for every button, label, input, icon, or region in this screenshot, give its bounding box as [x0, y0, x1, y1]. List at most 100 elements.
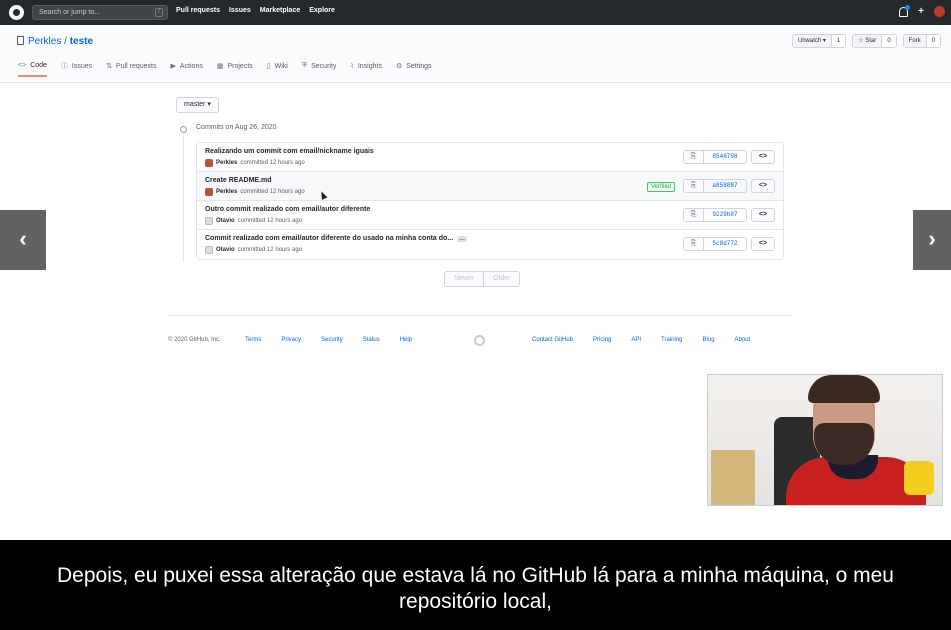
- tab-settings[interactable]: ⚙ Settings: [396, 61, 432, 77]
- footer-link-api[interactable]: API: [631, 337, 641, 343]
- search-input[interactable]: Search or jump to... /: [32, 5, 168, 20]
- commit-sha-link[interactable]: a858887: [704, 180, 746, 192]
- commit-message-link[interactable]: Create README.md: [205, 177, 272, 184]
- search-shortcut-badge: /: [155, 8, 163, 17]
- repo-header: Perkles / teste Unwatch ▾ 1 ☆ Star 0 Fork 0…: [0, 25, 951, 83]
- tab-code[interactable]: <> Code: [18, 61, 47, 77]
- star-button[interactable]: ☆ Star 0: [852, 34, 897, 48]
- browse-files-code-icon[interactable]: <>: [751, 150, 775, 164]
- repo-book-icon: [17, 36, 24, 45]
- video-frame: Search or jump to... / Pull requests Iss…: [0, 0, 951, 630]
- github-header: Search or jump to... / Pull requests Iss…: [0, 0, 951, 25]
- tab-insights[interactable]: ⌇ Insights: [350, 61, 382, 77]
- commit-author[interactable]: Otavio: [216, 218, 235, 224]
- repo-owner-link[interactable]: Perkles: [28, 36, 61, 47]
- footer-link-pricing[interactable]: Pricing: [593, 337, 611, 343]
- nav-explore[interactable]: Explore: [309, 7, 335, 14]
- tab-label: Pull requests: [116, 62, 157, 70]
- footer-link-security[interactable]: Security: [321, 337, 343, 343]
- book-icon: ▯: [266, 63, 271, 70]
- commit-time: committed 12 hours ago: [240, 160, 305, 166]
- clipboard-icon[interactable]: ⎘: [684, 180, 704, 192]
- tab-issues[interactable]: ⓘ Issues: [61, 61, 92, 77]
- commit-sha-link[interactable]: 5c8d772: [704, 238, 746, 250]
- nav-marketplace[interactable]: Marketplace: [260, 7, 300, 14]
- header-right: +: [899, 4, 945, 17]
- sha-group: ⎘ 9229b87: [683, 208, 747, 222]
- tab-security[interactable]: ⛨ Security: [302, 61, 337, 77]
- presenter-hair: [808, 375, 880, 403]
- github-logo-icon[interactable]: [9, 5, 24, 20]
- repo-name-link[interactable]: teste: [70, 36, 93, 47]
- tab-actions[interactable]: ▶ Actions: [171, 61, 203, 77]
- user-avatar[interactable]: [934, 6, 945, 17]
- unwatch-button[interactable]: Unwatch ▾ 1: [791, 34, 847, 48]
- tab-projects[interactable]: ▦ Projects: [217, 61, 253, 77]
- commit-message-link[interactable]: Outro commit realizado com email/autor d…: [205, 206, 370, 213]
- author-avatar[interactable]: [205, 159, 213, 167]
- star-label: ☆ Star: [853, 35, 883, 47]
- tab-label: Security: [311, 62, 337, 70]
- newer-button[interactable]: Newer: [445, 272, 485, 286]
- footer-link-contact[interactable]: Contact GitHub: [532, 337, 573, 343]
- commit-sha-link[interactable]: 8548798: [704, 151, 746, 163]
- commit-row: Realizando um commit com email/nickname …: [197, 143, 783, 172]
- commits-date-heading: Commits on Aug 26, 2020: [196, 124, 277, 131]
- commit-message: Realizando um commit com email/nickname …: [205, 148, 374, 155]
- tab-pull-requests[interactable]: ⇅ Pull requests: [106, 61, 156, 77]
- branch-selector[interactable]: master ▾: [176, 97, 219, 113]
- next-slide-chevron-right-icon[interactable]: ›: [913, 210, 951, 270]
- commit-meta: Otavio committed 12 hours ago: [205, 217, 302, 225]
- author-avatar[interactable]: [205, 188, 213, 196]
- commit-meta: Perkles committed 12 hours ago: [205, 159, 305, 167]
- tab-label: Wiki: [274, 62, 288, 70]
- footer-link-help[interactable]: Help: [400, 337, 412, 343]
- tab-label: Settings: [406, 62, 432, 70]
- previous-slide-chevron-left-icon[interactable]: ‹: [0, 210, 46, 270]
- footer-link-about[interactable]: About: [735, 337, 751, 343]
- play-icon: ▶: [170, 63, 176, 70]
- verified-badge[interactable]: Verified: [646, 182, 675, 192]
- github-mark-icon[interactable]: [474, 335, 485, 346]
- repo-title: Perkles / teste: [17, 36, 93, 47]
- footer-link-training[interactable]: Training: [661, 337, 682, 343]
- commit-buttons: ⎘ a858887 <>: [683, 179, 775, 193]
- commit-message: Create README.md: [205, 177, 272, 184]
- commit-message-link[interactable]: Commit realizado com email/autor diferen…: [205, 235, 468, 242]
- footer-link-status[interactable]: Status: [363, 337, 380, 343]
- commit-sha-link[interactable]: 9229b87: [704, 209, 746, 221]
- create-new-plus-icon[interactable]: +: [918, 6, 924, 17]
- author-avatar[interactable]: [205, 246, 213, 254]
- footer-link-privacy[interactable]: Privacy: [281, 337, 301, 343]
- commit-message-link[interactable]: Realizando um commit com email/nickname …: [205, 148, 374, 155]
- footer-copyright: © 2020 GitHub, Inc.: [168, 337, 221, 343]
- tab-label: Issues: [71, 62, 93, 70]
- forks-count[interactable]: 0: [926, 35, 940, 47]
- browse-files-code-icon[interactable]: <>: [751, 208, 775, 222]
- author-avatar[interactable]: [205, 217, 213, 225]
- watchers-count[interactable]: 1: [831, 35, 846, 47]
- sha-group: ⎘ a858887: [683, 179, 747, 193]
- footer-link-blog[interactable]: Blog: [703, 337, 715, 343]
- browse-files-code-icon[interactable]: <>: [751, 179, 775, 193]
- clipboard-icon[interactable]: ⎘: [684, 151, 704, 163]
- commit-buttons: ⎘ 5c8d772 <>: [683, 237, 775, 251]
- older-button[interactable]: Older: [484, 272, 520, 286]
- webcam-toy: [904, 461, 934, 495]
- nav-pull-requests[interactable]: Pull requests: [176, 7, 220, 14]
- fork-button[interactable]: Fork 0: [902, 34, 941, 48]
- commit-author[interactable]: Perkles: [216, 160, 237, 166]
- footer-link-terms[interactable]: Terms: [245, 337, 261, 343]
- tab-wiki[interactable]: ▯ Wiki: [267, 61, 288, 77]
- commit-author[interactable]: Perkles: [216, 189, 237, 195]
- expand-message-ellipsis-button[interactable]: …: [457, 236, 468, 242]
- clipboard-icon[interactable]: ⎘: [684, 238, 704, 250]
- stars-count[interactable]: 0: [882, 35, 896, 47]
- commit-author[interactable]: Otavio: [216, 247, 235, 253]
- clipboard-icon[interactable]: ⎘: [684, 209, 704, 221]
- gear-icon: ⚙: [395, 63, 403, 70]
- notifications-bell-icon[interactable]: [899, 4, 911, 17]
- nav-issues[interactable]: Issues: [229, 7, 251, 14]
- code-icon: <>: [18, 61, 27, 69]
- browse-files-code-icon[interactable]: <>: [751, 237, 775, 251]
